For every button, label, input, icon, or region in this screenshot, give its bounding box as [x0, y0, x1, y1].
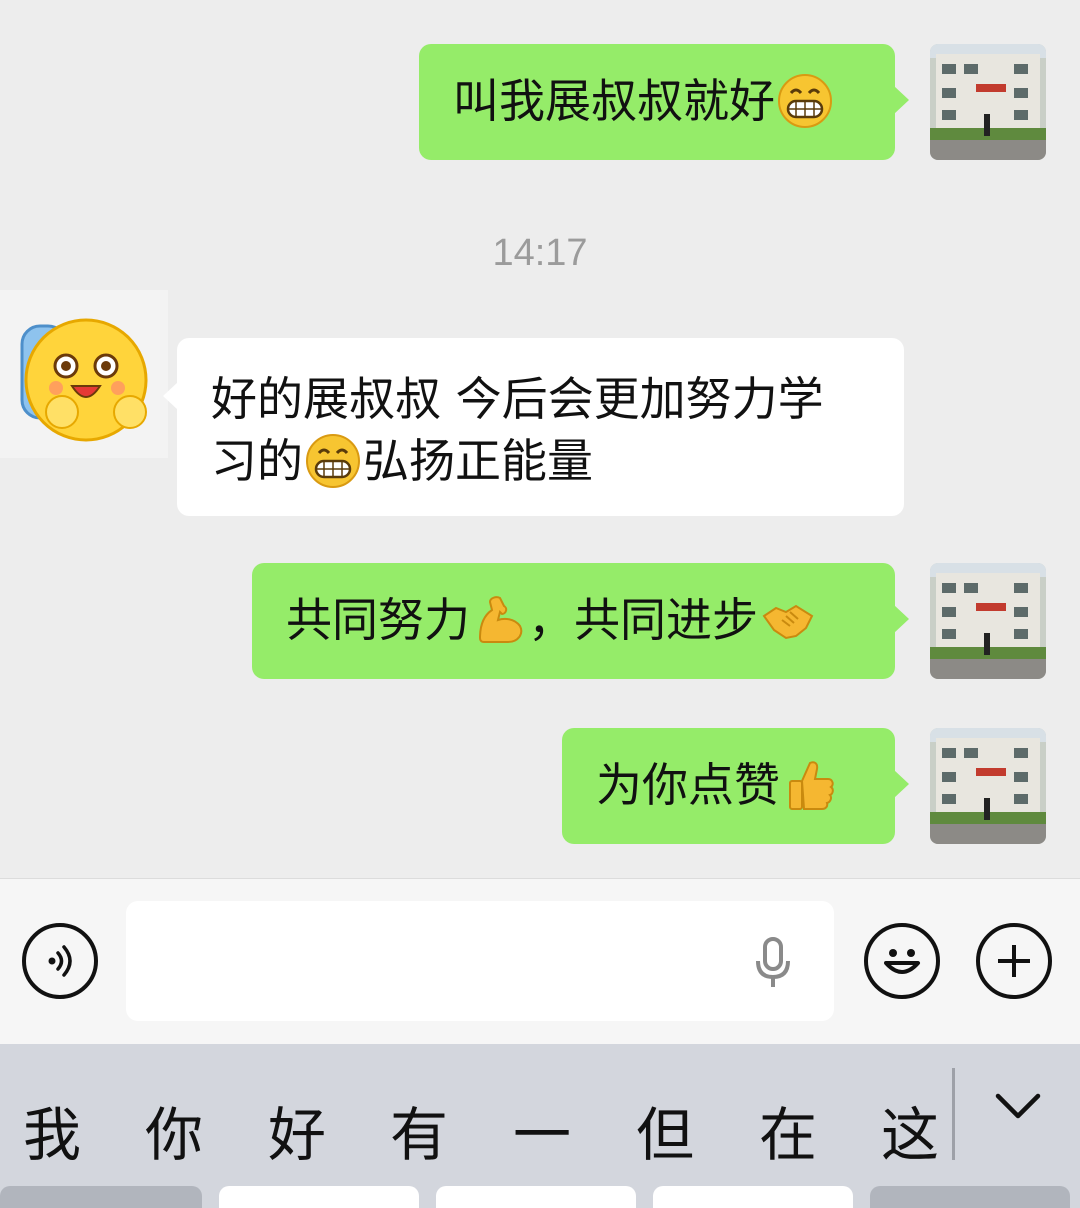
message-text: 习的: [211, 434, 303, 488]
candidate-word[interactable]: 一: [502, 1088, 582, 1172]
message-line: 好的展叔叔 今后会更加努力学: [211, 368, 904, 430]
message-text: 为你点赞: [596, 758, 780, 812]
candidate-word[interactable]: 在: [748, 1088, 828, 1172]
self-avatar[interactable]: [930, 563, 1046, 679]
message-text: ，共同进步: [528, 593, 758, 647]
message-text: 共同努力: [286, 593, 470, 647]
input-bar: [0, 878, 1080, 1044]
candidate-divider: [952, 1068, 955, 1160]
keyboard-key[interactable]: [436, 1186, 636, 1208]
plus-icon: [998, 945, 1030, 977]
candidate-word[interactable]: 我: [12, 1088, 92, 1172]
grin-emoji-icon: [777, 73, 833, 129]
keyboard-key[interactable]: [219, 1186, 419, 1208]
thumbs-up-emoji-icon: [782, 757, 838, 813]
candidate-word[interactable]: 这: [870, 1088, 950, 1172]
grin-emoji-icon: [305, 433, 361, 489]
flexed-biceps-emoji-icon: [472, 592, 528, 648]
candidate-word[interactable]: 有: [379, 1088, 459, 1172]
chevron-down-icon[interactable]: [990, 1084, 1046, 1130]
voice-icon: [48, 945, 72, 977]
message-line: 习的 弘扬正能量: [211, 430, 904, 492]
voice-button[interactable]: [22, 923, 98, 999]
smiley-icon: [884, 949, 920, 974]
message-bubble-contact[interactable]: 好的展叔叔 今后会更加努力学 习的 弘扬正能量: [163, 338, 904, 516]
keyboard-key[interactable]: [653, 1186, 853, 1208]
microphone-icon[interactable]: [748, 935, 798, 991]
message-text: 叫我展叔叔就好: [453, 74, 775, 128]
contact-avatar[interactable]: [0, 290, 168, 458]
keyboard-key[interactable]: [870, 1186, 1070, 1208]
emoji-button[interactable]: [864, 923, 940, 999]
self-avatar[interactable]: [930, 728, 1046, 844]
message-text: 好的展叔叔 今后会更加努力学: [211, 372, 824, 426]
message-bubble-self[interactable]: 为你点赞: [562, 728, 909, 844]
candidate-word[interactable]: 好: [257, 1088, 337, 1172]
chat-area: 叫我展叔叔就好 14:17 好的展叔叔 今后会更加努力学 习的 弘扬正能量 共同…: [0, 0, 1080, 878]
message-bubble-self[interactable]: 叫我展叔叔就好: [419, 44, 909, 160]
more-button[interactable]: [976, 923, 1052, 999]
candidate-bar: 我 你 好 有 一 但 在 这: [0, 1044, 1080, 1208]
message-input[interactable]: [126, 901, 834, 1021]
keyboard-key[interactable]: [0, 1186, 202, 1208]
self-avatar[interactable]: [930, 44, 1046, 160]
message-text: 弘扬正能量: [363, 434, 593, 488]
candidate-word[interactable]: 你: [134, 1088, 214, 1172]
handshake-emoji-icon: [760, 592, 816, 648]
candidate-word[interactable]: 但: [625, 1088, 705, 1172]
message-bubble-self[interactable]: 共同努力 ，共同进步: [252, 563, 909, 679]
timestamp: 14:17: [492, 232, 588, 274]
